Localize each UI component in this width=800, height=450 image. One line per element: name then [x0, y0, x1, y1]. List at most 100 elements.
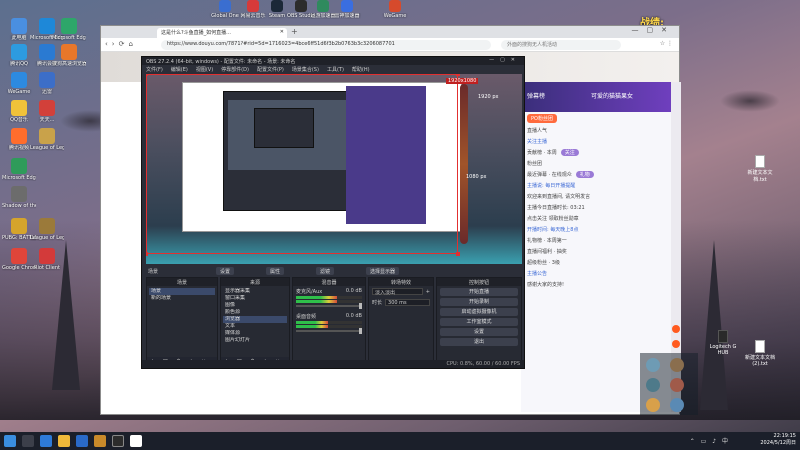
desktop-icon[interactable]: WeGame — [378, 0, 412, 19]
chat-message: 主播今日直播时长: 03:21 — [521, 202, 671, 213]
desktop-icon-label: League of Legends — [30, 235, 64, 241]
studio-mode-button[interactable]: 工作室模式 — [440, 318, 518, 326]
window-controls[interactable]: —▢✕ — [632, 26, 675, 34]
obs-preview[interactable]: 1920x1080 1920 px 1080 px — [146, 74, 522, 264]
volume-slider[interactable] — [296, 303, 362, 309]
volume-slider[interactable] — [296, 328, 362, 334]
scene-item[interactable]: 新的场景 — [149, 295, 215, 302]
desktop-icon[interactable]: 雷神加速器 — [330, 0, 364, 19]
desktop-icon[interactable]: League of Legends — [30, 218, 64, 241]
resize-handle[interactable] — [456, 252, 460, 256]
nav-buttons[interactable]: ‹›⟳⌂ — [105, 40, 137, 48]
overlay-avatar[interactable] — [646, 398, 660, 412]
overlay-avatar[interactable] — [646, 358, 660, 372]
obs-menu-item[interactable]: 停靠部件(D) — [221, 67, 249, 73]
source-item[interactable]: 文本 — [223, 323, 287, 330]
chat-message: 开播时间: 每天晚上8点 — [521, 224, 671, 235]
source-item[interactable]: 显示器采集 — [223, 288, 287, 295]
obs-menu-item[interactable]: 配置文件(P) — [257, 67, 284, 73]
address-bar[interactable]: https://www.douyu.com/7871?#rid=5d=17160… — [161, 40, 491, 50]
desktop-icon[interactable]: 迅雷 — [30, 72, 64, 95]
resize-handle[interactable] — [456, 74, 460, 76]
scene-item[interactable]: 场景 — [149, 288, 215, 295]
filters-button[interactable]: 滤镜 — [316, 267, 335, 275]
edge-icon[interactable] — [40, 435, 52, 447]
chat-badge[interactable]: 关注 — [560, 149, 579, 156]
source-item[interactable]: 窗口采集 — [223, 295, 287, 302]
start-recording-button[interactable]: 开始录制 — [440, 298, 518, 306]
overlay-avatar[interactable] — [646, 378, 660, 392]
start-icon[interactable] — [4, 435, 16, 447]
obs-menu-item[interactable]: 编辑(E) — [171, 67, 188, 73]
obs-taskbar-icon[interactable] — [112, 435, 124, 447]
fan-club-button[interactable]: PO粉丝团 — [527, 114, 557, 123]
obs-menu-item[interactable]: 场景集合(S) — [292, 67, 319, 73]
source-bounding-box[interactable] — [146, 74, 458, 254]
banner-title-2[interactable]: 可爱的猫猫果女 — [591, 91, 633, 100]
transition-select[interactable]: 淡入淡出 — [372, 288, 423, 296]
desktop-icon[interactable]: 天天... — [30, 100, 64, 123]
properties-button[interactable]: 属性 — [266, 267, 285, 275]
source-item[interactable]: 媒体源 — [223, 330, 287, 337]
source-item[interactable]: 浏览器 — [223, 316, 287, 323]
extension-icons[interactable]: ☆ ⋮ — [660, 40, 673, 47]
desktop-icon[interactable]: Shadow of the Tomb — [2, 186, 36, 209]
obs-menu-item[interactable]: 文件(F) — [146, 67, 163, 73]
search-icon[interactable] — [22, 435, 34, 447]
volume-slider-knob[interactable] — [359, 303, 362, 309]
game-icon[interactable] — [94, 435, 106, 447]
obs-menu-item[interactable]: 帮助(H) — [352, 67, 370, 73]
clock[interactable]: 22:19:15 2024/5/12周日 — [736, 433, 796, 447]
banner-title-1[interactable]: 弹幕榜 — [527, 91, 545, 100]
volume-slider-knob[interactable] — [359, 328, 362, 334]
obs-menu-item[interactable]: 工具(T) — [327, 67, 344, 73]
document-icon — [755, 340, 765, 353]
desktop-file[interactable]: 新建文本文档(2).txt — [745, 340, 775, 367]
chat-message-text: 粉丝团 — [527, 161, 543, 167]
source-item[interactable]: 图片幻灯片 — [223, 337, 287, 344]
source-item[interactable]: 颜色源 — [223, 309, 287, 316]
resize-handle[interactable] — [146, 74, 148, 76]
browser-search-input[interactable]: 外面的搜狗无人机活动 — [501, 40, 621, 50]
obs-menu-item[interactable]: 视图(V) — [196, 67, 213, 73]
resize-handle[interactable] — [146, 252, 148, 256]
source-item[interactable]: 图像 — [223, 302, 287, 309]
desktop-file-label: 新建文本文档(2).txt — [745, 355, 776, 367]
browser-tab[interactable]: 这是什么?斗鱼直播_如何直播... ✕ — [157, 28, 287, 38]
start-streaming-button[interactable]: 开始直播 — [440, 288, 518, 296]
obs-window[interactable]: OBS 27.2.4 (64-bit, windows) - 配置文件: 未命名… — [141, 56, 525, 369]
store-icon[interactable] — [76, 435, 88, 447]
desktop-icon[interactable]: League of Legends — [30, 128, 64, 151]
overlay-avatar[interactable] — [670, 398, 684, 412]
chat-message: 直播人气 — [521, 125, 671, 136]
obs-window-controls[interactable]: —▢✕ — [489, 57, 521, 63]
overlay-avatar[interactable] — [670, 358, 684, 372]
chat-message-text: 开播时间: 每天晚上8点 — [527, 227, 579, 233]
chat-message-text: 感谢大家的支持! — [527, 282, 565, 288]
new-tab-icon[interactable]: + — [291, 27, 298, 36]
overlay-avatar[interactable] — [670, 378, 684, 392]
folder-icon[interactable] — [58, 435, 70, 447]
desktop-file-label: 新建文本文档.txt — [747, 170, 773, 183]
desktop-file[interactable]: 新建文本文档.txt — [745, 155, 775, 183]
obs-status-bar: CPU: 0.8%, 60.00 / 60.00 FPS — [142, 360, 524, 368]
select-display-button[interactable]: 选择显示器 — [366, 267, 400, 275]
chrome-icon[interactable] — [130, 435, 142, 447]
desktop-file[interactable]: Logitech G HUB — [708, 330, 738, 356]
desktop-icon[interactable]: Riot Client — [30, 248, 64, 271]
duration-input[interactable]: 300 ms — [385, 299, 430, 306]
desktop-icon[interactable]: Microsoft Edge — [52, 18, 86, 41]
system-tray[interactable]: ⌃ ▭ ♪ 中 — [690, 436, 730, 445]
virtual-camera-button[interactable]: 启动虚拟摄像机 — [440, 308, 518, 316]
preview-size-label: 1920x1080 — [446, 78, 479, 84]
settings-button[interactable]: 设置 — [440, 328, 518, 336]
add-transition-icon[interactable]: + — [426, 289, 430, 295]
exit-button[interactable]: 退出 — [440, 338, 518, 346]
mixer-dock: 混音器 麦克风/Aux 0.0 dB 桌面音频 0.0 dB — [292, 277, 366, 367]
chat-badge[interactable]: 礼物 — [575, 171, 594, 178]
desktop-icon[interactable]: Microsoft Edge — [2, 158, 36, 181]
obs-menubar: 文件(F) 编辑(E) 视图(V) 停靠部件(D) 配置文件(P) 场景集合(S) 工具(T… — [142, 65, 524, 73]
settings-button[interactable]: 设置 — [216, 267, 235, 275]
close-icon[interactable]: ✕ — [280, 29, 284, 35]
desktop-icon[interactable]: 搜狗高速浏览器 — [52, 44, 86, 67]
